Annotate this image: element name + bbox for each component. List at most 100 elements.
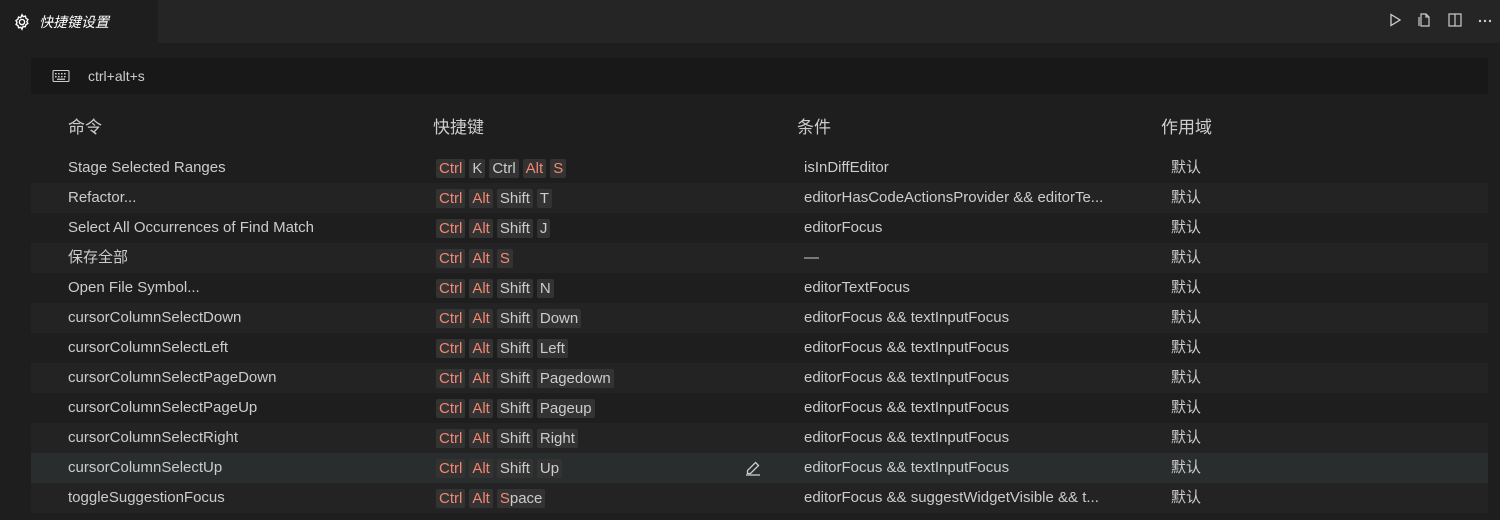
- keycap: Ctrl: [489, 158, 519, 178]
- command-cell: cursorColumnSelectLeft: [68, 339, 229, 356]
- keycap-label: Down: [539, 309, 579, 327]
- keycap: Alt: [469, 368, 493, 388]
- keycap: Shift: [496, 368, 533, 388]
- keybindings-editor: 命令 快捷键 条件 作用域 Stage Selected Ranges Ctrl K…: [0, 43, 1500, 520]
- more-icon[interactable]: [1470, 5, 1500, 35]
- keycap-label: Alt: [472, 309, 490, 327]
- header-keybinding[interactable]: 快捷键: [433, 113, 484, 138]
- keycap-label: Shift: [499, 369, 530, 387]
- keycap-label: Ctrl: [439, 489, 463, 507]
- keycap: Alt: [469, 338, 493, 358]
- keybinding-cell: Ctrl Alt Shift Pagedown: [436, 363, 614, 393]
- table-row[interactable]: 保存全部 Ctrl Alt S — 默认: [31, 243, 1488, 273]
- keycap-label: Left: [539, 339, 565, 357]
- keycap-label: Ctrl: [439, 429, 463, 447]
- edit-icon[interactable]: [744, 459, 762, 477]
- table-row[interactable]: cursorColumnSelectLeft Ctrl Alt Shift Left ed…: [31, 333, 1488, 363]
- source-cell: 默认: [1171, 219, 1202, 236]
- table-row[interactable]: cursorColumnSelectPageUp Ctrl Alt Shift Page…: [31, 393, 1488, 423]
- table-row[interactable]: toggleSuggestionFocus Ctrl Alt Space editorF…: [31, 483, 1488, 513]
- open-json-icon[interactable]: [1410, 5, 1440, 35]
- keycap-label: Ctrl: [439, 309, 463, 327]
- keycap: Ctrl: [436, 158, 466, 178]
- when-cell: editorTextFocus: [804, 279, 910, 296]
- keyboard-icon[interactable]: [52, 69, 70, 83]
- keycap: Ctrl: [436, 248, 466, 268]
- keycap: Ctrl: [436, 308, 466, 328]
- keycap-label: Up: [539, 459, 560, 477]
- keycap: Alt: [469, 218, 493, 238]
- keycap-label: Ctrl: [492, 159, 516, 177]
- command-cell: Open File Symbol...: [68, 279, 200, 296]
- when-cell: editorFocus && textInputFocus: [804, 309, 1010, 326]
- table-row[interactable]: Stage Selected Ranges Ctrl K Ctrl Alt SisInDi…: [31, 153, 1488, 183]
- keycap: Pageup: [536, 398, 595, 418]
- source-cell: 默认: [1171, 429, 1202, 446]
- keycap: Alt: [469, 428, 493, 448]
- keycap-label: K: [472, 159, 483, 177]
- keybindings-table: Stage Selected Ranges Ctrl K Ctrl Alt SisInDi…: [31, 153, 1488, 513]
- keycap-label: Ctrl: [439, 459, 463, 477]
- when-cell: isInDiffEditor: [804, 159, 889, 176]
- table-row[interactable]: Refactor... Ctrl Alt Shift TeditorHasCodeAct…: [31, 183, 1488, 213]
- keybinding-cell: Ctrl Alt Shift Up: [436, 453, 563, 483]
- keycap: Ctrl: [436, 398, 466, 418]
- table-row[interactable]: cursorColumnSelectUp Ctrl Alt Shift Up editor…: [31, 453, 1488, 483]
- keycap-label: Alt: [472, 459, 490, 477]
- keycap: Shift: [496, 398, 533, 418]
- source-cell: 默认: [1171, 369, 1202, 386]
- when-cell: editorFocus && textInputFocus: [804, 369, 1010, 386]
- header-when[interactable]: 条件: [797, 113, 831, 138]
- keybinding-cell: Ctrl Alt Shift Pageup: [436, 393, 595, 423]
- command-cell: cursorColumnSelectUp: [68, 459, 223, 476]
- keycap-label: S: [553, 159, 564, 177]
- source-cell: 默认: [1171, 399, 1202, 416]
- source-cell: 默认: [1171, 489, 1202, 506]
- keybinding-cell: Ctrl Alt Shift N: [436, 273, 554, 303]
- keycap: Down: [536, 308, 582, 328]
- keycap-label: Ctrl: [439, 399, 463, 417]
- header-source[interactable]: 作用域: [1161, 113, 1212, 138]
- keycap-label: Pagedown: [539, 369, 611, 387]
- when-cell: editorFocus && textInputFocus: [804, 429, 1010, 446]
- table-row[interactable]: cursorColumnSelectRight Ctrl Alt Shift Right…: [31, 423, 1488, 453]
- run-icon[interactable]: [1380, 5, 1410, 35]
- keycap: Shift: [496, 218, 533, 238]
- command-cell: 保存全部: [68, 249, 129, 266]
- table-row[interactable]: cursorColumnSelectPageDown Ctrl Alt Shift Pa…: [31, 363, 1488, 393]
- command-cell: Select All Occurrences of Find Match: [68, 219, 314, 236]
- gear-icon: [13, 12, 31, 31]
- keycap: Alt: [522, 158, 547, 178]
- editor-actions: [1380, 0, 1500, 40]
- split-editor-icon[interactable]: [1440, 5, 1470, 35]
- keycap: Ctrl: [436, 458, 466, 478]
- keycap-label: Ctrl: [439, 189, 463, 207]
- keycap-label: Alt: [472, 369, 490, 387]
- source-cell: 默认: [1171, 189, 1202, 206]
- keycap-label: Ctrl: [439, 279, 463, 297]
- keycap-label: Shift: [499, 339, 530, 357]
- keycap: Right: [536, 428, 578, 448]
- keycap: J: [536, 218, 551, 238]
- header-command[interactable]: 命令: [68, 113, 102, 138]
- keycap: Ctrl: [436, 188, 466, 208]
- keycap: Ctrl: [436, 428, 466, 448]
- source-cell: 默认: [1171, 339, 1202, 356]
- table-row[interactable]: cursorColumnSelectDown Ctrl Alt Shift Down ed…: [31, 303, 1488, 333]
- keybinding-search-box[interactable]: [31, 58, 1488, 94]
- table-row[interactable]: Open File Symbol... Ctrl Alt Shift N editorTe…: [31, 273, 1488, 303]
- keycap-label: Ctrl: [439, 219, 463, 237]
- keycap-label: Pageup: [539, 399, 592, 417]
- keycap-label: Ctrl: [439, 159, 463, 177]
- keycap-label: Shift: [499, 399, 530, 417]
- command-cell: Stage Selected Ranges: [68, 159, 226, 176]
- keycap: Space: [496, 488, 546, 508]
- keycap: Ctrl: [436, 488, 466, 508]
- search-input[interactable]: [86, 67, 1390, 85]
- keycap: S: [496, 248, 513, 268]
- tab-keyboard-shortcuts[interactable]: 快捷键设置: [0, 0, 158, 43]
- table-row[interactable]: Select All Occurrences of Find Match Ctrl…: [31, 213, 1488, 243]
- keycap: Alt: [469, 308, 493, 328]
- source-cell: 默认: [1171, 309, 1202, 326]
- keycap-label: Shift: [499, 459, 530, 477]
